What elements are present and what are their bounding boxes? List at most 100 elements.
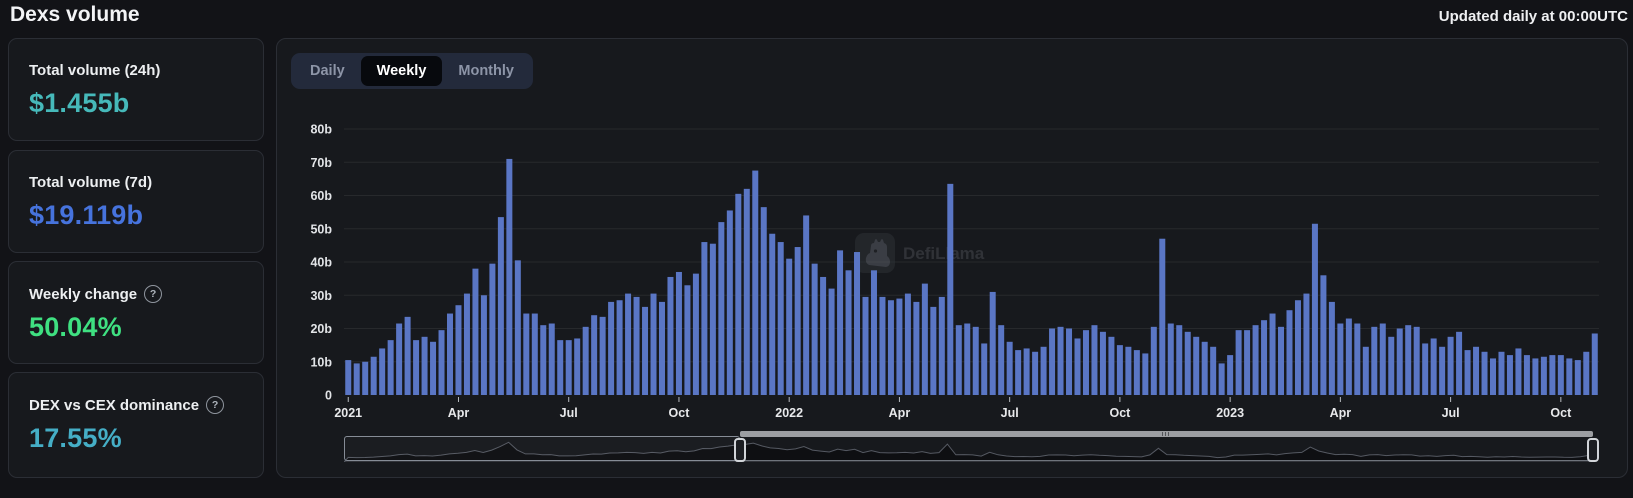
bar[interactable] — [752, 171, 758, 395]
bar[interactable] — [430, 342, 436, 395]
bar[interactable] — [1193, 337, 1199, 395]
bar[interactable] — [523, 314, 529, 395]
bar[interactable] — [1295, 300, 1301, 395]
bar[interactable] — [1134, 350, 1140, 395]
bar[interactable] — [879, 297, 885, 395]
bar[interactable] — [956, 325, 962, 395]
help-icon[interactable]: ? — [206, 396, 224, 414]
bar[interactable] — [795, 247, 801, 395]
bar[interactable] — [1431, 338, 1437, 395]
bar[interactable] — [820, 277, 826, 395]
bar[interactable] — [947, 184, 953, 395]
bar[interactable] — [1405, 325, 1411, 395]
bar[interactable] — [761, 207, 767, 395]
bar[interactable] — [693, 274, 699, 395]
bar[interactable] — [1091, 325, 1097, 395]
bar[interactable] — [1583, 352, 1589, 395]
bar[interactable] — [930, 307, 936, 395]
bar[interactable] — [1227, 355, 1233, 395]
bar[interactable] — [447, 314, 453, 395]
bar[interactable] — [1558, 355, 1564, 395]
bar[interactable] — [1007, 342, 1013, 395]
bar[interactable] — [591, 315, 597, 395]
bar[interactable] — [1185, 332, 1191, 395]
bar[interactable] — [676, 272, 682, 395]
bar[interactable] — [1202, 342, 1208, 395]
bar[interactable] — [1151, 327, 1157, 395]
bar[interactable] — [1575, 360, 1581, 395]
bar[interactable] — [379, 348, 385, 395]
bar[interactable] — [710, 244, 716, 395]
bar[interactable] — [489, 264, 495, 395]
bar[interactable] — [1312, 224, 1318, 395]
range-slider[interactable] — [344, 431, 1593, 465]
bar[interactable] — [1549, 355, 1555, 395]
bar[interactable] — [515, 260, 521, 395]
bar[interactable] — [939, 297, 945, 395]
bar[interactable] — [617, 300, 623, 395]
bar[interactable] — [744, 189, 750, 395]
bar[interactable] — [846, 270, 852, 395]
bar[interactable] — [345, 360, 351, 395]
tab-monthly[interactable]: Monthly — [442, 56, 530, 86]
bar[interactable] — [1456, 332, 1462, 395]
tab-daily[interactable]: Daily — [294, 56, 361, 86]
bar[interactable] — [1024, 348, 1030, 395]
bar[interactable] — [1380, 324, 1386, 395]
bar[interactable] — [396, 324, 402, 395]
bar[interactable] — [1066, 329, 1072, 396]
bar[interactable] — [600, 317, 606, 395]
bar[interactable] — [998, 325, 1004, 395]
bar[interactable] — [769, 234, 775, 395]
help-icon[interactable]: ? — [144, 285, 162, 303]
bar[interactable] — [608, 302, 614, 395]
bar[interactable] — [1058, 327, 1064, 395]
bar[interactable] — [1032, 352, 1038, 395]
bar[interactable] — [1015, 350, 1021, 395]
bar[interactable] — [1219, 363, 1225, 395]
slider-grip-icon[interactable] — [1162, 432, 1170, 436]
bar[interactable] — [1100, 332, 1106, 395]
bar[interactable] — [498, 217, 504, 395]
bar[interactable] — [405, 317, 411, 395]
bar[interactable] — [1397, 329, 1403, 396]
bar[interactable] — [413, 340, 419, 395]
bar[interactable] — [1168, 324, 1174, 395]
bar[interactable] — [1422, 343, 1428, 395]
bar[interactable] — [371, 357, 377, 395]
slider-move-bar[interactable] — [740, 431, 1593, 437]
bar[interactable] — [1515, 348, 1521, 395]
bar[interactable] — [1320, 275, 1326, 395]
bar[interactable] — [362, 362, 368, 395]
bar[interactable] — [1354, 324, 1360, 395]
bar[interactable] — [1303, 294, 1309, 395]
bar[interactable] — [1490, 358, 1496, 395]
bar[interactable] — [583, 327, 589, 395]
bar[interactable] — [718, 222, 724, 395]
bar[interactable] — [481, 295, 487, 395]
bar[interactable] — [735, 194, 741, 395]
bar[interactable] — [684, 285, 690, 395]
bar[interactable] — [354, 363, 360, 395]
bar[interactable] — [888, 300, 894, 395]
bar[interactable] — [1286, 310, 1292, 395]
bar[interactable] — [871, 270, 877, 395]
bar[interactable] — [472, 269, 478, 395]
bar[interactable] — [1524, 355, 1530, 395]
bar[interactable] — [1278, 327, 1284, 395]
bar[interactable] — [964, 324, 970, 395]
bar[interactable] — [439, 330, 445, 395]
bar[interactable] — [1439, 347, 1445, 395]
bar[interactable] — [1363, 347, 1369, 395]
bar[interactable] — [1049, 329, 1055, 396]
bar[interactable] — [1507, 355, 1513, 395]
bar[interactable] — [1414, 327, 1420, 395]
bar[interactable] — [1498, 352, 1504, 395]
bar[interactable] — [574, 338, 580, 395]
bar[interactable] — [1592, 333, 1598, 395]
bar[interactable] — [566, 340, 572, 395]
bar[interactable] — [922, 284, 928, 395]
bar[interactable] — [1541, 357, 1547, 395]
bar[interactable] — [667, 277, 673, 395]
bar[interactable] — [981, 343, 987, 395]
